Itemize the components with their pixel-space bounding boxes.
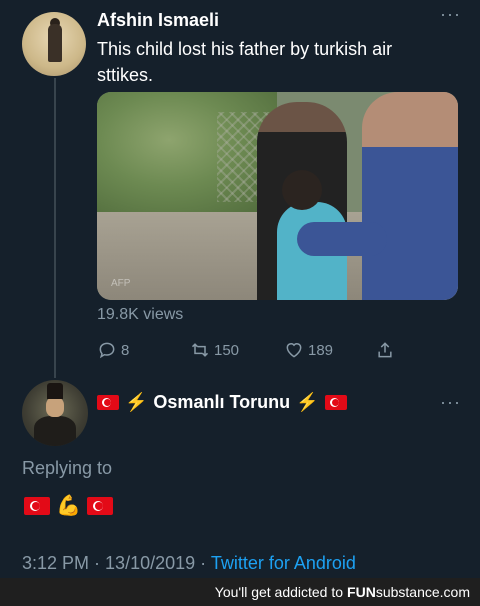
- turkey-flag-icon: [324, 395, 347, 410]
- video-child-head: [282, 170, 322, 210]
- brand-sub: substance.com: [375, 584, 470, 600]
- funsubstance-logo: FUNsubstance.com: [347, 584, 470, 600]
- reply-source-link[interactable]: Twitter for Android: [211, 553, 356, 573]
- reply-author-name-row[interactable]: ⚡ Osmanlı Torunu ⚡: [97, 392, 347, 413]
- turkey-flag-icon: [97, 395, 119, 410]
- avatar-figure: [48, 24, 62, 62]
- video-man-arm: [297, 222, 387, 256]
- retweet-icon: [191, 343, 209, 357]
- thread-line: [54, 78, 56, 378]
- tweet-text: This child lost his father by turkish ai…: [97, 39, 393, 85]
- avatar-hat: [47, 383, 63, 399]
- lightning-icon: ⚡: [125, 392, 148, 412]
- reply-button[interactable]: 8: [97, 340, 129, 360]
- lightning-icon: ⚡: [296, 392, 319, 412]
- like-icon: [286, 343, 302, 358]
- video-man-blue-shirt: [362, 92, 458, 300]
- meta-separator: ·: [195, 553, 211, 573]
- turkey-flag-icon: [86, 496, 113, 515]
- brand-main: FUN: [347, 584, 376, 600]
- retweet-button[interactable]: 150: [190, 340, 239, 360]
- avatar-face: [46, 397, 64, 417]
- meta-separator: ·: [89, 553, 106, 573]
- like-button[interactable]: 189: [284, 340, 333, 360]
- like-count: 189: [308, 341, 334, 359]
- reply-time: 3:12 PM: [22, 553, 90, 573]
- tweet-author-name[interactable]: Afshin Ismaeli: [97, 10, 219, 31]
- flexed-biceps-icon: 💪: [56, 495, 81, 517]
- author-avatar[interactable]: [22, 12, 86, 76]
- retweet-count: 150: [214, 341, 240, 359]
- reply-author-avatar[interactable]: [22, 380, 88, 446]
- more-options-icon[interactable]: ···: [440, 392, 461, 413]
- avatar-body: [34, 416, 76, 446]
- reply-metadata: 3:12 PM · 13/10/2019 · Twitter for Andro…: [22, 553, 356, 574]
- watermark-footer: You'll get addicted to FUNsubstance.com: [0, 578, 480, 606]
- more-options-icon[interactable]: ···: [440, 4, 461, 25]
- turkey-flag-icon: [24, 496, 50, 515]
- reply-text: 💪: [24, 493, 113, 518]
- reply-icon: [99, 342, 115, 359]
- replying-to-label: Replying to: [22, 458, 113, 478]
- tweet-video[interactable]: AFP: [97, 92, 458, 300]
- video-watermark: AFP: [111, 278, 131, 289]
- share-icon: [378, 342, 392, 358]
- footer-text: You'll get addicted to: [214, 584, 344, 600]
- reply-date: 13/10/2019: [105, 553, 196, 573]
- view-count: 19.8K views: [97, 306, 184, 323]
- reply-author-name: Osmanlı Torunu: [153, 392, 291, 412]
- reply-count: 8: [121, 341, 130, 359]
- share-button[interactable]: [375, 340, 395, 360]
